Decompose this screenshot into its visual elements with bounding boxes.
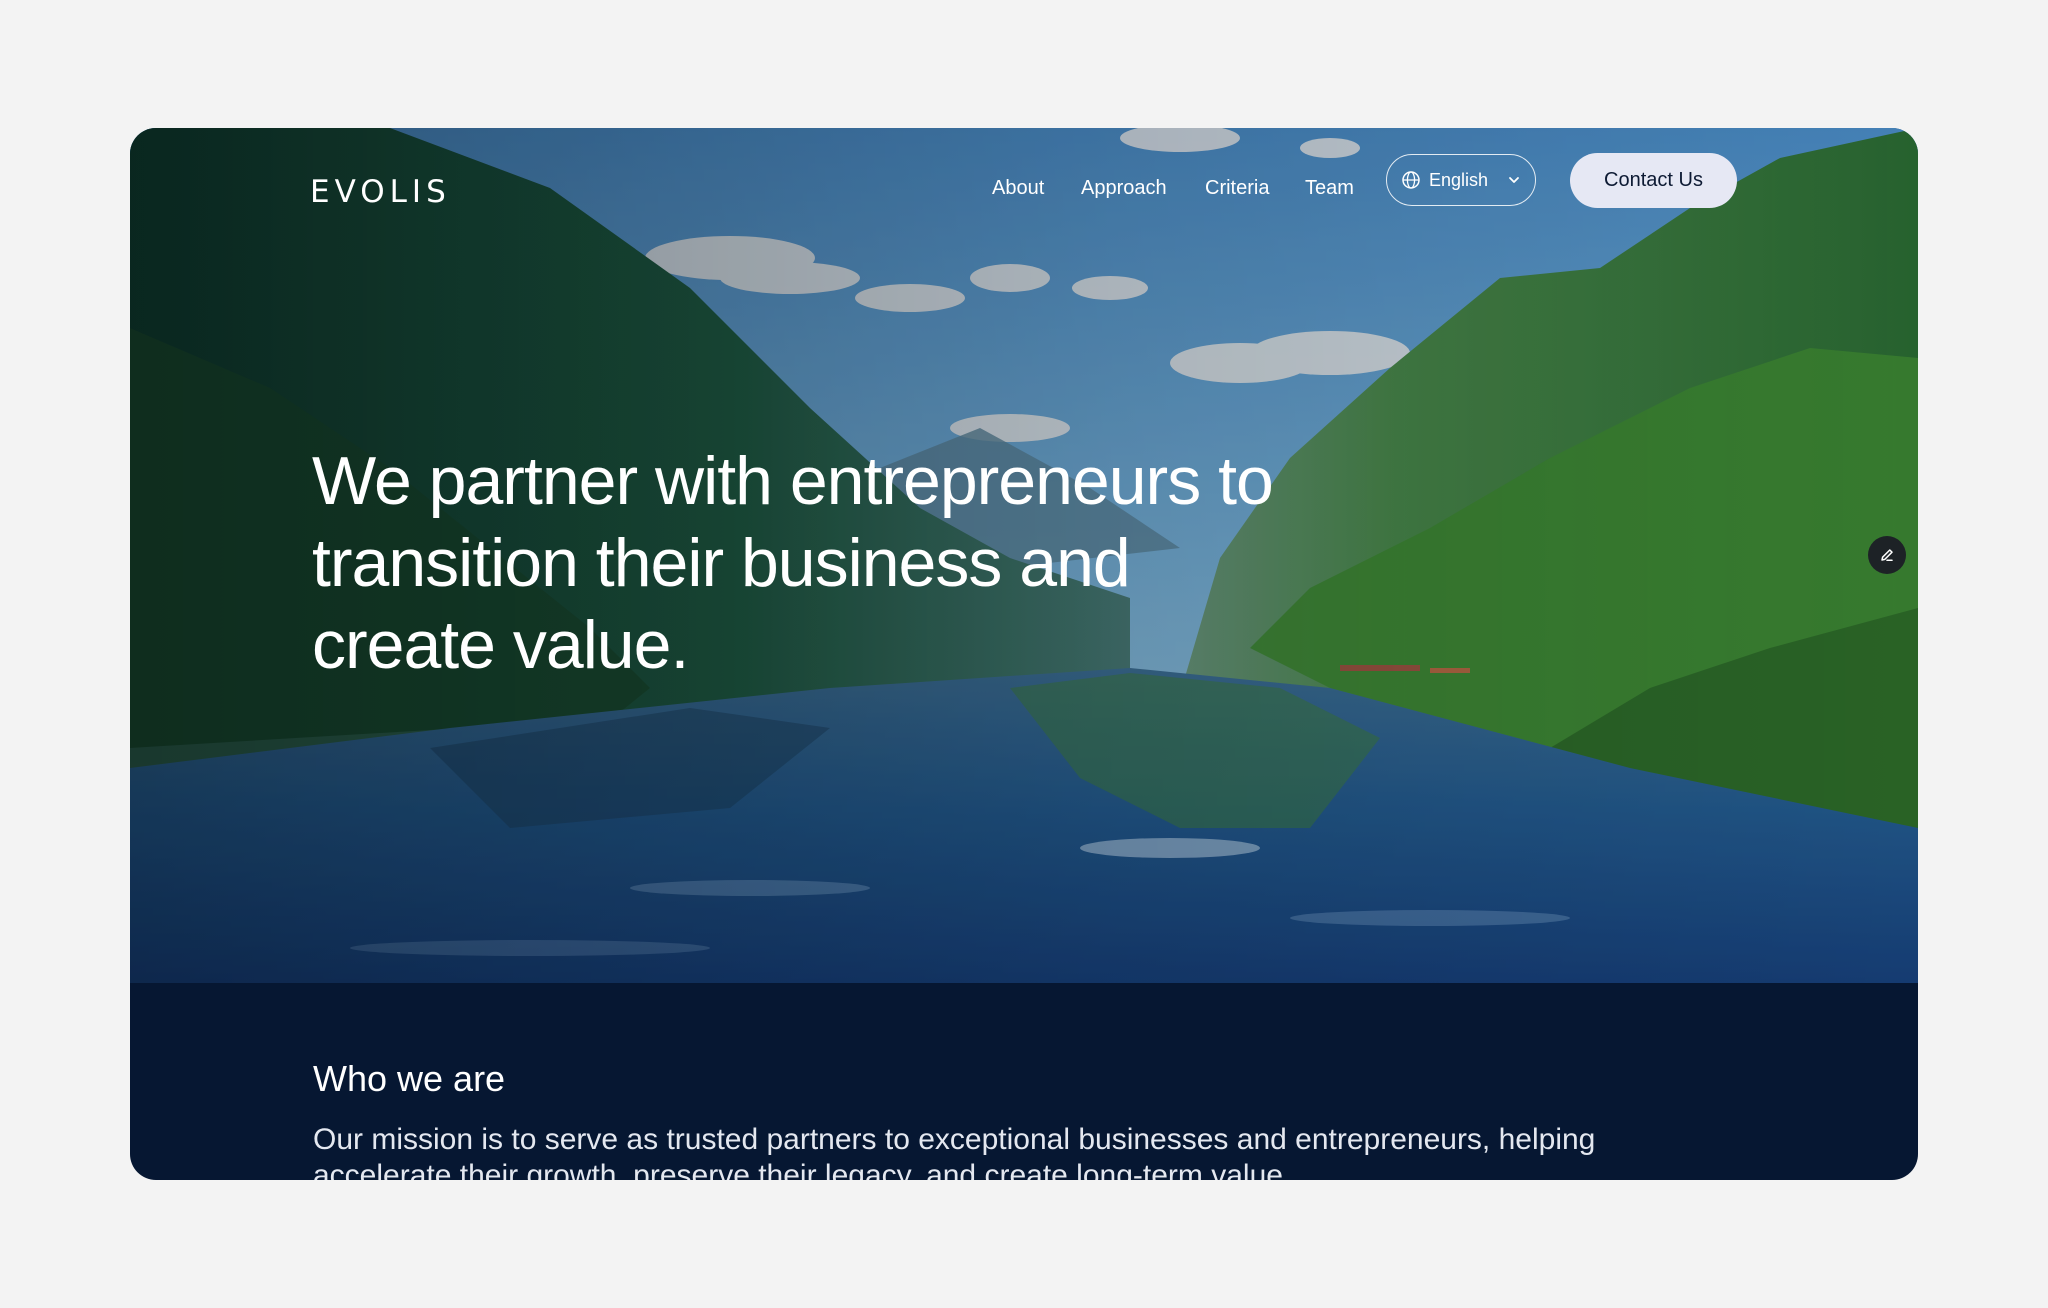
- hero-headline: We partner with entrepreneurs to transit…: [312, 443, 1274, 683]
- nav-link-team[interactable]: Team: [1305, 168, 1354, 208]
- pencil-icon: [1881, 549, 1893, 561]
- contact-us-button[interactable]: Contact Us: [1570, 153, 1737, 208]
- hero-section: EVOLIS About Approach Criteria Team Engl…: [130, 128, 1918, 983]
- language-label: English: [1429, 170, 1489, 190]
- chevron-down-icon: [1509, 177, 1519, 183]
- page-frame: EVOLIS About Approach Criteria Team Engl…: [130, 128, 1918, 1180]
- edit-button[interactable]: [1868, 536, 1906, 574]
- evolis-logo[interactable]: EVOLIS: [310, 164, 451, 220]
- nav-link-about[interactable]: About: [992, 168, 1044, 208]
- nav-link-criteria[interactable]: Criteria: [1205, 168, 1269, 208]
- globe-icon: [1402, 171, 1420, 189]
- section-title: Who we are: [313, 1058, 506, 1099]
- nav-link-approach[interactable]: Approach: [1081, 168, 1167, 208]
- mission-text: Our mission is to serve as trusted partn…: [313, 1123, 1596, 1180]
- language-selector[interactable]: English: [1386, 154, 1536, 206]
